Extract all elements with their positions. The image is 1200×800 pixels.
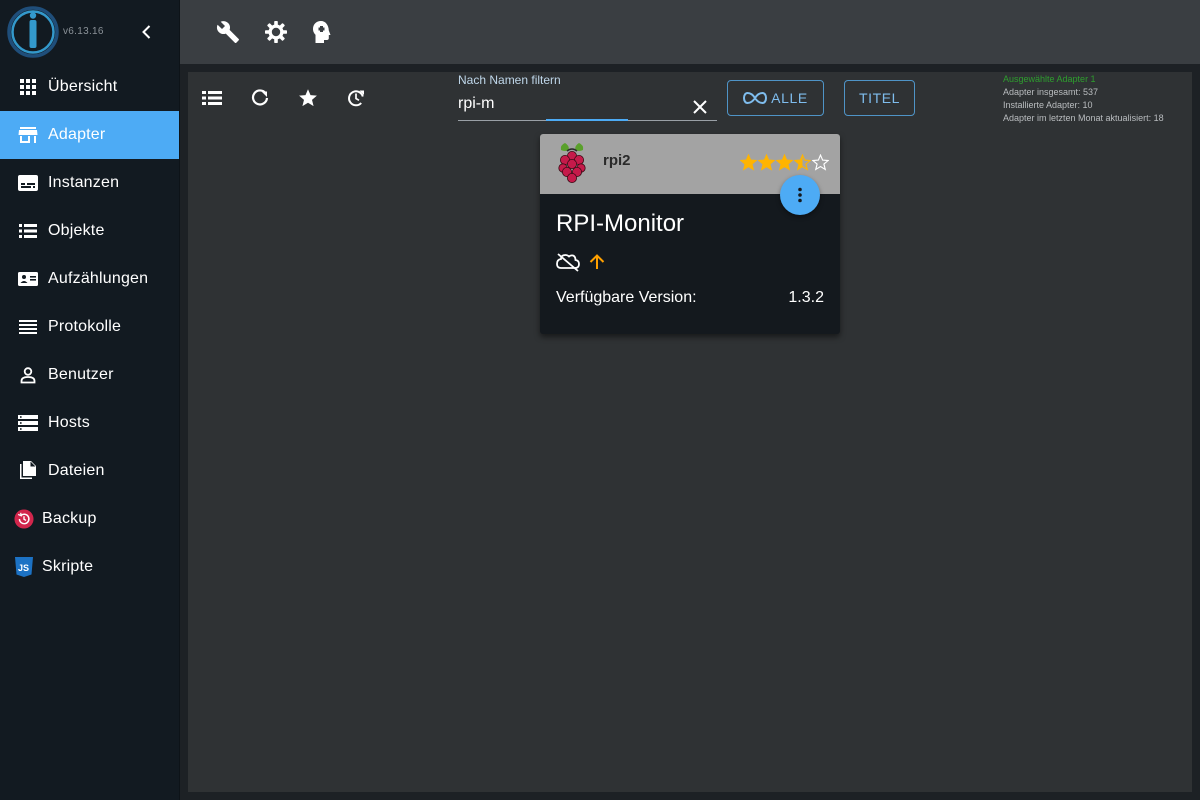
sidebar-item-backup[interactable]: Backup bbox=[0, 495, 179, 543]
chevron-left-icon[interactable] bbox=[137, 22, 157, 42]
sidebar-item-label: Benutzer bbox=[48, 366, 114, 383]
filter-label: Nach Namen filtern bbox=[458, 73, 561, 87]
more-vert-icon[interactable] bbox=[780, 175, 820, 215]
sidebar-item-objekte[interactable]: Objekte bbox=[0, 207, 179, 255]
person-icon bbox=[18, 365, 38, 385]
sidebar-item-label: Backup bbox=[42, 510, 97, 527]
expert-head-icon[interactable] bbox=[306, 16, 338, 48]
adapter-card[interactable]: rpi2 RPI-Monitor Verfügbare Version: 1.3 bbox=[540, 134, 840, 334]
sidebar-item-label: Protokolle bbox=[48, 318, 122, 335]
adapter-panel: Nach Namen filtern ALLE TITEL Ausgewählt… bbox=[188, 72, 1192, 792]
sidebar-item-benutzer[interactable]: Benutzer bbox=[0, 351, 179, 399]
infinity-icon bbox=[743, 91, 768, 105]
sidebar: v6.13.16 Übersicht Adapter Instanzen Obj… bbox=[0, 0, 180, 800]
all-button[interactable]: ALLE bbox=[727, 80, 824, 116]
apps-grid-icon bbox=[18, 77, 38, 97]
version-label: v6.13.16 bbox=[63, 26, 104, 37]
top-bar bbox=[180, 0, 1200, 64]
star-filled-icon bbox=[776, 154, 793, 171]
sidebar-item-label: Aufzählungen bbox=[48, 270, 149, 287]
sidebar-item-uebersicht[interactable]: Übersicht bbox=[0, 63, 179, 111]
raspberry-pi-logo bbox=[558, 143, 586, 184]
sidebar-item-label: Dateien bbox=[48, 462, 105, 479]
star-empty-icon bbox=[812, 154, 829, 171]
sidebar-item-label: Instanzen bbox=[48, 174, 120, 191]
adapter-card-name: rpi2 bbox=[603, 152, 631, 169]
star-icon[interactable] bbox=[296, 86, 320, 110]
star-filled-icon bbox=[758, 154, 775, 171]
star-filled-icon bbox=[740, 154, 757, 171]
sidebar-item-dateien[interactable]: Dateien bbox=[0, 447, 179, 495]
title-button-label: TITEL bbox=[858, 90, 901, 106]
iobroker-logo[interactable] bbox=[7, 6, 59, 58]
adapter-card-title: RPI-Monitor bbox=[556, 210, 685, 237]
stats-total: Adapter insgesamt: 537 bbox=[1003, 87, 1099, 97]
sidebar-item-label: Skripte bbox=[42, 558, 94, 575]
svg-text:JS: JS bbox=[18, 563, 29, 573]
sidebar-item-label: Adapter bbox=[48, 126, 106, 143]
adapter-stats: Ausgewählte Adapter 1 Adapter insgesamt:… bbox=[1003, 73, 1164, 125]
cloud-off-icon bbox=[556, 253, 580, 272]
store-icon bbox=[18, 125, 38, 145]
subtitles-icon bbox=[18, 173, 38, 193]
recent-actors-icon bbox=[18, 269, 38, 289]
stats-selected: Ausgewählte Adapter 1 bbox=[1003, 74, 1096, 84]
sidebar-item-label: Objekte bbox=[48, 222, 105, 239]
available-version-label: Verfügbare Version: bbox=[556, 289, 697, 306]
list-icon bbox=[18, 221, 38, 241]
stats-updated: Adapter im letzten Monat aktualisiert: 1… bbox=[1003, 113, 1164, 123]
sidebar-item-label: Hosts bbox=[48, 414, 90, 431]
refresh-icon[interactable] bbox=[248, 86, 272, 110]
lines-icon bbox=[18, 317, 38, 337]
star-half-icon bbox=[794, 154, 811, 171]
filter-focus-indicator bbox=[546, 119, 628, 121]
update-icon[interactable] bbox=[344, 86, 368, 110]
available-version-value: 1.3.2 bbox=[788, 289, 824, 306]
stats-installed: Installierte Adapter: 10 bbox=[1003, 100, 1093, 110]
wrench-icon[interactable] bbox=[212, 16, 244, 48]
backup-icon bbox=[14, 509, 34, 529]
sidebar-item-instanzen[interactable]: Instanzen bbox=[0, 159, 179, 207]
arrow-up-icon bbox=[589, 254, 605, 269]
file-copy-icon bbox=[18, 461, 38, 481]
sidebar-item-adapter[interactable]: Adapter bbox=[0, 111, 179, 159]
storage-icon bbox=[18, 413, 38, 433]
javascript-icon: JS bbox=[14, 557, 34, 577]
close-icon[interactable] bbox=[688, 95, 712, 119]
title-button[interactable]: TITEL bbox=[844, 80, 915, 116]
list-view-icon[interactable] bbox=[200, 86, 224, 110]
adapter-card-status-icons bbox=[556, 252, 606, 272]
sidebar-item-label: Übersicht bbox=[48, 78, 118, 95]
settings-gear-icon[interactable] bbox=[260, 16, 292, 48]
all-button-label: ALLE bbox=[771, 90, 808, 106]
sidebar-nav: Übersicht Adapter Instanzen Objekte Aufz… bbox=[0, 63, 179, 591]
filter-input[interactable] bbox=[458, 92, 688, 116]
sidebar-item-skripte[interactable]: JS Skripte bbox=[0, 543, 179, 591]
sidebar-item-hosts[interactable]: Hosts bbox=[0, 399, 179, 447]
rating-stars bbox=[740, 154, 829, 171]
sidebar-item-protokolle[interactable]: Protokolle bbox=[0, 303, 179, 351]
app-root: v6.13.16 Übersicht Adapter Instanzen Obj… bbox=[0, 0, 1200, 800]
sidebar-item-aufzaehlungen[interactable]: Aufzählungen bbox=[0, 255, 179, 303]
